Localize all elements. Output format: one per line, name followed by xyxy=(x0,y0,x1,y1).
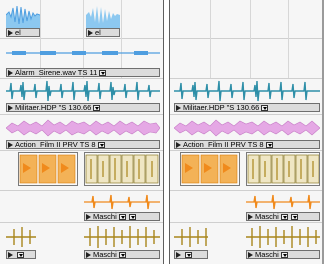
grid-line xyxy=(210,38,211,78)
track-name: Action_Film II PRV TS 8 xyxy=(183,140,264,149)
track-name: Action_Film II PRV TS 8 xyxy=(15,140,96,149)
audio-clip[interactable] xyxy=(86,2,120,28)
track-label-maschi[interactable]: Maschi xyxy=(84,250,160,259)
grid-line xyxy=(121,0,122,38)
action-waveform xyxy=(6,119,160,137)
audio-clip[interactable] xyxy=(6,2,40,28)
play-arrow-icon xyxy=(8,104,13,111)
lane-alarm-empty xyxy=(170,38,324,79)
play-arrow-icon xyxy=(8,251,13,258)
clip-label-text: el xyxy=(95,28,101,37)
track-name: Maschi xyxy=(93,212,117,221)
dropdown-arrow-icon[interactable] xyxy=(280,251,288,258)
alarm-waveform xyxy=(6,51,160,55)
play-arrow-icon xyxy=(248,251,253,258)
slice-group-olive[interactable] xyxy=(84,152,160,186)
play-arrow-icon xyxy=(86,213,91,220)
track-label-militaer[interactable]: Militaer.HDP "S 130.66 xyxy=(174,103,320,112)
clip-label[interactable]: el xyxy=(6,28,40,37)
dropdown-arrow-icon[interactable] xyxy=(118,213,126,220)
track-label-militaer[interactable]: Militaer.HDP "S 130.66 xyxy=(6,103,160,112)
dropdown-arrow-icon[interactable] xyxy=(185,251,192,258)
olive-waveform xyxy=(6,226,160,248)
militaer-waveform xyxy=(174,80,320,102)
lane-maschi-1: Maschi xyxy=(0,190,163,223)
play-arrow-icon xyxy=(8,141,13,148)
play-arrow-icon xyxy=(176,141,181,148)
lane-top-clips: el el xyxy=(0,0,163,39)
track-name: Alarm_Sirene.wav TS 11 xyxy=(15,68,98,77)
grid-line xyxy=(288,38,289,78)
track-label-alarm[interactable]: Alarm_Sirene.wav TS 11 xyxy=(6,68,160,77)
track-label-action[interactable]: Action_Film II PRV TS 8 xyxy=(174,140,320,149)
track-label-action[interactable]: Action_Film II PRV TS 8 xyxy=(6,140,160,149)
clip-label-text: el xyxy=(15,28,21,37)
dropdown-arrow-icon[interactable] xyxy=(93,104,101,111)
waveform xyxy=(6,5,40,28)
slice-group-olive[interactable] xyxy=(246,152,320,186)
lane-action: Action_Film II PRV TS 8 xyxy=(0,114,163,151)
track-label-maschi[interactable]: Maschi xyxy=(84,212,160,221)
dropdown-arrow-icon[interactable] xyxy=(17,251,24,258)
orange-slices xyxy=(181,154,238,184)
waveform xyxy=(86,6,120,28)
track-name: Militaer.HDP "S 130.66 xyxy=(183,103,260,112)
grid-line xyxy=(250,0,251,38)
lane-maschi-1: Maschi xyxy=(170,190,324,223)
play-arrow-icon xyxy=(8,69,13,76)
orange-slices xyxy=(19,154,76,184)
dropdown-arrow-icon[interactable] xyxy=(290,213,298,220)
track-name: Maschi xyxy=(255,250,279,259)
orange-waveform xyxy=(84,194,160,210)
track-label-maschi[interactable]: Maschi xyxy=(246,250,320,259)
play-arrow-icon xyxy=(248,213,253,220)
clip-label[interactable]: el xyxy=(86,28,120,37)
grid-line xyxy=(40,0,41,38)
track-name: Militaer.HDP "S 130.66 xyxy=(15,103,92,112)
track-name: Maschi xyxy=(255,212,279,221)
arrangement-window: el el Alarm_Sirene.wav TS 11 Militaer.HD… xyxy=(0,0,324,264)
action-waveform xyxy=(174,119,320,137)
grid-line xyxy=(83,0,84,38)
slice-group-orange[interactable] xyxy=(18,152,78,186)
dropdown-arrow-icon[interactable] xyxy=(99,69,107,76)
track-label-maschi[interactable]: Maschi xyxy=(246,212,320,221)
lane-top-empty xyxy=(170,0,324,39)
dropdown-arrow-icon[interactable] xyxy=(265,141,273,148)
grid-line xyxy=(250,38,251,78)
orange-waveform xyxy=(246,194,320,210)
grid-line xyxy=(210,0,211,38)
lane-maschi-2: Maschi xyxy=(170,222,324,264)
dropdown-arrow-icon[interactable] xyxy=(118,251,126,258)
play-arrow-icon xyxy=(176,104,181,111)
dropdown-arrow-icon[interactable] xyxy=(261,104,269,111)
right-arrangement-pane: Militaer.HDP "S 130.66 Action_Film II PR… xyxy=(169,0,324,264)
olive-waveform xyxy=(174,226,320,248)
clip-label[interactable] xyxy=(174,250,208,259)
lane-slices xyxy=(0,150,163,191)
olive-slices xyxy=(85,154,159,184)
lane-militaer: Militaer.HDP "S 130.66 xyxy=(0,78,163,115)
slice-group-orange[interactable] xyxy=(180,152,240,186)
track-name: Maschi xyxy=(93,250,117,259)
dropdown-arrow-icon[interactable] xyxy=(280,213,288,220)
olive-slices xyxy=(247,154,319,184)
clip-label[interactable] xyxy=(6,250,36,259)
play-arrow-icon xyxy=(176,251,181,258)
lane-alarm: Alarm_Sirene.wav TS 11 xyxy=(0,38,163,79)
militaer-waveform xyxy=(6,80,160,102)
dropdown-arrow-icon[interactable] xyxy=(97,141,105,148)
left-arrangement-pane: el el Alarm_Sirene.wav TS 11 Militaer.HD… xyxy=(0,0,164,264)
dropdown-arrow-icon[interactable] xyxy=(128,213,136,220)
lane-action: Action_Film II PRV TS 8 xyxy=(170,114,324,151)
play-arrow-icon xyxy=(88,29,93,36)
lane-militaer: Militaer.HDP "S 130.66 xyxy=(170,78,324,115)
lane-maschi-2: Maschi xyxy=(0,222,163,264)
play-arrow-icon xyxy=(8,29,13,36)
play-arrow-icon xyxy=(86,251,91,258)
pane-separator[interactable] xyxy=(164,0,168,264)
grid-line xyxy=(288,0,289,38)
lane-slices xyxy=(170,150,324,191)
